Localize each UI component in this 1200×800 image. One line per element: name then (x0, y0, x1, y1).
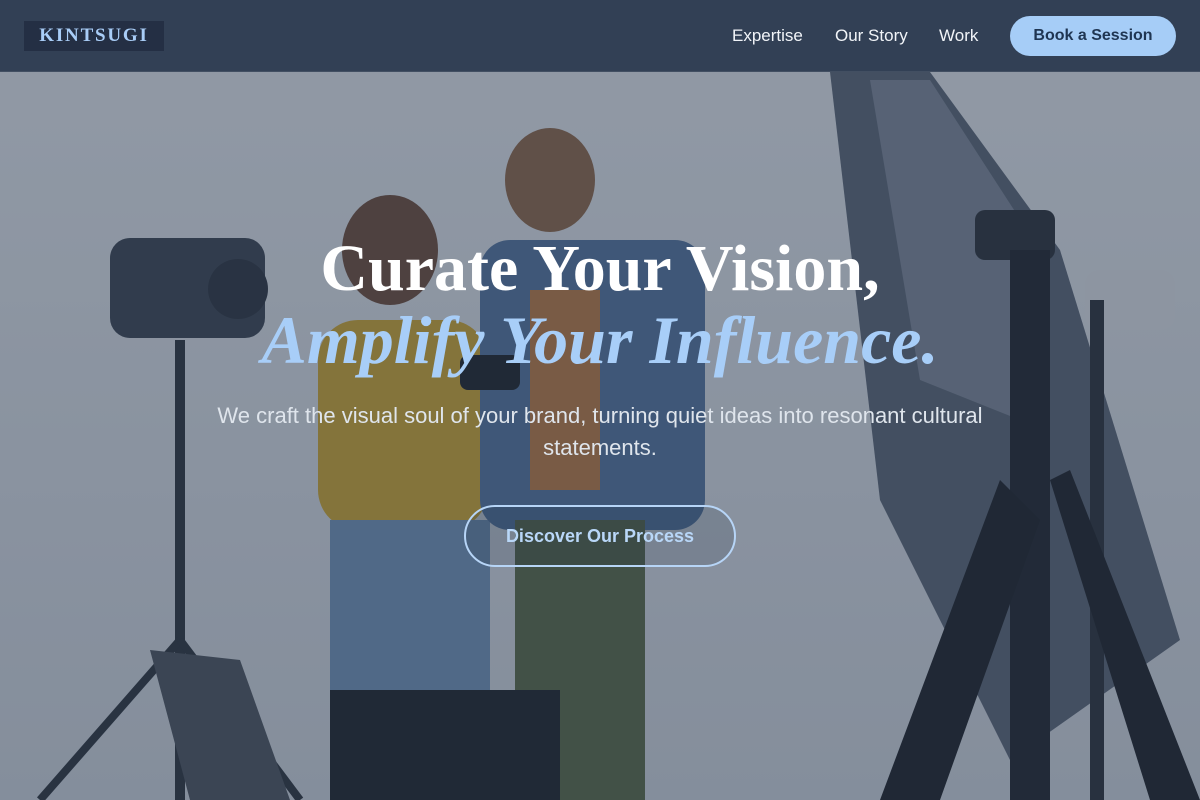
brand-logo[interactable]: KINTSUGI (24, 21, 164, 51)
nav-link-our-story[interactable]: Our Story (835, 26, 908, 46)
hero-subheadline: We craft the visual soul of your brand, … (217, 403, 983, 460)
book-session-button[interactable]: Book a Session (1010, 16, 1176, 56)
hero-headline-line2: Amplify Your Influence. (261, 302, 939, 378)
site-header: KINTSUGI Expertise Our Story Work Book a… (0, 0, 1200, 72)
hero-headline-line1: Curate Your Vision, (320, 232, 880, 305)
nav-link-work[interactable]: Work (939, 26, 978, 46)
discover-process-button[interactable]: Discover Our Process (464, 505, 736, 567)
nav-link-expertise[interactable]: Expertise (732, 26, 803, 46)
